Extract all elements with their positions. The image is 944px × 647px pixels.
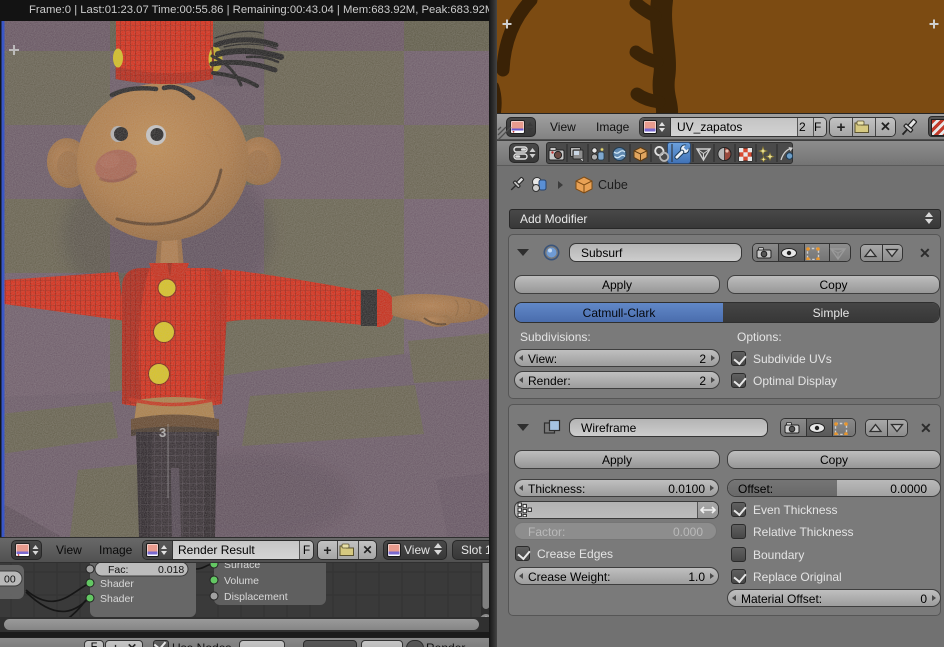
svg-text:Shader: Shader <box>100 593 134 605</box>
svg-text:Surface: Surface <box>224 563 260 571</box>
svg-text:0.018: 0.018 <box>158 564 184 576</box>
svg-text:Displacement: Displacement <box>224 591 288 603</box>
svg-text:00: 00 <box>4 574 16 586</box>
svg-text:Volume: Volume <box>224 575 259 587</box>
svg-text:Shader: Shader <box>100 578 134 590</box>
svg-text:Fac:: Fac: <box>108 564 128 576</box>
